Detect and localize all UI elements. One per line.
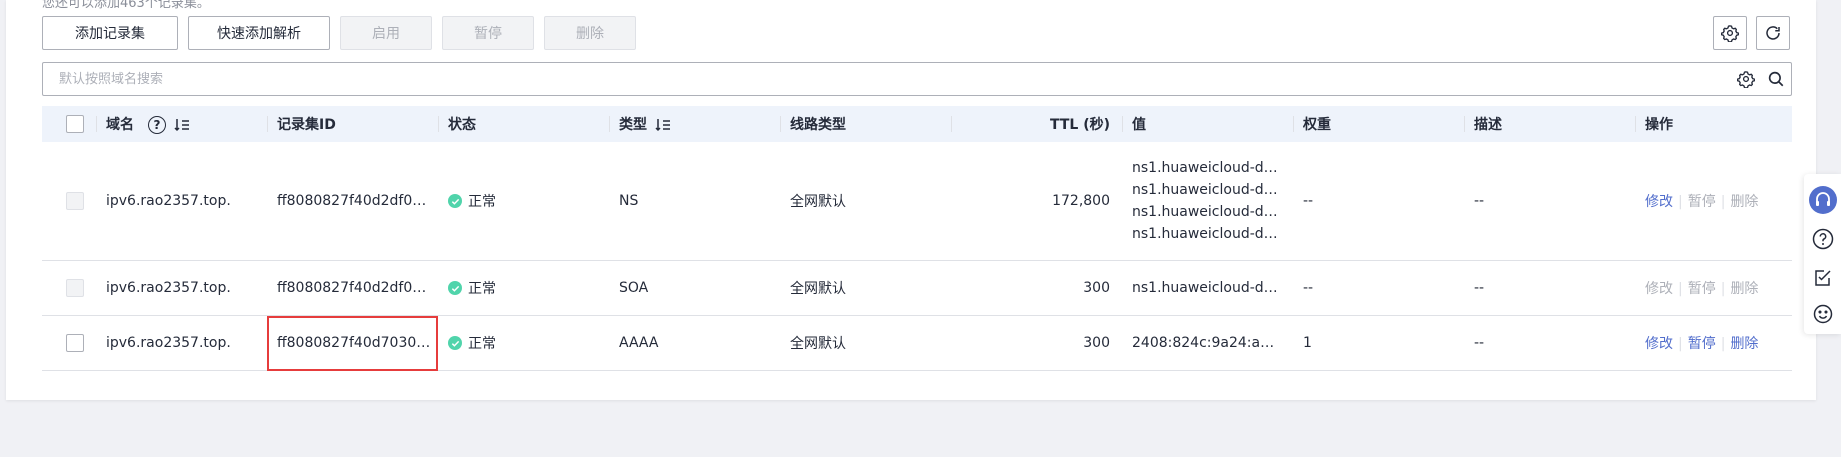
modify-link[interactable]: 修改: [1645, 336, 1673, 352]
col-id: 记录集ID: [267, 106, 438, 142]
cell-line: 全网默认: [780, 315, 951, 371]
smile-icon: [1813, 304, 1832, 324]
pause-button[interactable]: 暂停: [442, 16, 534, 50]
table-row: ipv6.rao2357.top. ff8080827f40d2df0… 正常 …: [42, 260, 1792, 316]
check-circle-icon: [448, 281, 462, 295]
cell-ops: 修改 | 暂停 | 删除: [1635, 315, 1792, 371]
cell-ttl: 172,800: [951, 142, 1122, 261]
search-icon[interactable]: [1761, 70, 1791, 88]
cell-desc: --: [1464, 142, 1635, 261]
add-recordset-button[interactable]: 添加记录集: [42, 16, 178, 50]
pause-link[interactable]: 暂停: [1688, 194, 1716, 210]
cell-type: SOA: [609, 260, 780, 316]
cell-domain: ipv6.rao2357.top.: [96, 315, 267, 371]
table-header-row: 域名? 记录集ID 状态 类型 线路类型 TTL (秒) 值 权重 描述 操作: [42, 106, 1792, 142]
cell-status: 正常: [438, 315, 609, 371]
col-value: 值: [1122, 106, 1293, 142]
cell-line: 全网默认: [780, 142, 951, 261]
modify-link[interactable]: 修改: [1645, 281, 1673, 297]
sort-icon[interactable]: [655, 118, 671, 132]
floating-sidebar: [1804, 174, 1841, 334]
help-icon: [1812, 228, 1833, 250]
toolbar: 添加记录集 快速添加解析 启用 暂停 删除: [42, 16, 636, 52]
feedback-button[interactable]: [1804, 268, 1841, 288]
row-checkbox[interactable]: [66, 279, 84, 297]
col-ttl: TTL (秒): [951, 106, 1122, 142]
refresh-button[interactable]: [1756, 16, 1790, 50]
cell-ops: 修改 | 暂停 | 删除: [1635, 260, 1792, 316]
modify-link[interactable]: 修改: [1645, 194, 1673, 210]
col-status: 状态: [438, 106, 609, 142]
col-domain[interactable]: 域名?: [96, 106, 267, 142]
headset-icon: [1808, 186, 1837, 214]
quota-hint: 您还可以添加463个记录集。: [42, 0, 210, 11]
satisfaction-button[interactable]: [1804, 304, 1841, 324]
cell-value: ns1.huaweicloud-d…: [1122, 260, 1293, 316]
search-settings-icon[interactable]: [1731, 70, 1761, 88]
search-bar: [42, 62, 1792, 96]
cell-domain: ipv6.rao2357.top.: [96, 260, 267, 316]
enable-button[interactable]: 启用: [340, 16, 432, 50]
cell-line: 全网默认: [780, 260, 951, 316]
col-type[interactable]: 类型: [609, 106, 780, 142]
check-circle-icon: [448, 336, 462, 350]
recordset-table: 域名? 记录集ID 状态 类型 线路类型 TTL (秒) 值 权重 描述 操作 …: [42, 106, 1792, 371]
cell-status: 正常: [438, 142, 609, 261]
cell-weight: 1: [1293, 315, 1464, 371]
row-checkbox[interactable]: [66, 192, 84, 210]
cell-id: ff8080827f40d2df0…: [267, 260, 438, 316]
cell-domain: ipv6.rao2357.top.: [96, 142, 267, 261]
search-input[interactable]: [57, 63, 1731, 95]
cell-weight: --: [1293, 260, 1464, 316]
select-all-checkbox[interactable]: [66, 115, 84, 133]
delete-link[interactable]: 删除: [1730, 336, 1758, 352]
select-all-cell: [42, 106, 96, 142]
delete-link[interactable]: 删除: [1730, 194, 1758, 210]
cell-desc: --: [1464, 315, 1635, 371]
refresh-icon: [1766, 26, 1780, 40]
table-row: ipv6.rao2357.top. ff8080827f40d2df0… 正常 …: [42, 142, 1792, 261]
help-icon[interactable]: ?: [148, 116, 166, 134]
help-button[interactable]: [1804, 228, 1841, 250]
cell-type: NS: [609, 142, 780, 261]
row-checkbox[interactable]: [66, 334, 84, 352]
customer-service-button[interactable]: [1804, 186, 1841, 214]
sort-icon[interactable]: [174, 118, 190, 132]
cell-desc: --: [1464, 260, 1635, 316]
col-desc: 描述: [1464, 106, 1635, 142]
delete-button[interactable]: 删除: [544, 16, 636, 50]
recordset-panel: 您还可以添加463个记录集。 添加记录集 快速添加解析 启用 暂停 删除 域名?: [6, 0, 1816, 400]
col-weight: 权重: [1293, 106, 1464, 142]
settings-button[interactable]: [1713, 16, 1747, 50]
cell-weight: --: [1293, 142, 1464, 261]
col-ops: 操作: [1635, 106, 1792, 142]
cell-ops: 修改 | 暂停 | 删除: [1635, 142, 1792, 261]
feedback-icon: [1814, 270, 1831, 286]
cell-status: 正常: [438, 260, 609, 316]
cell-value: ns1.huaweicloud-d… ns1.huaweicloud-d… ns…: [1122, 142, 1293, 261]
cell-type: AAAA: [609, 315, 780, 371]
pause-link[interactable]: 暂停: [1688, 281, 1716, 297]
table-row: ipv6.rao2357.top. ff8080827f40d7030… 正常 …: [42, 315, 1792, 371]
delete-link[interactable]: 删除: [1730, 281, 1758, 297]
col-line: 线路类型: [780, 106, 951, 142]
pause-link[interactable]: 暂停: [1688, 336, 1716, 352]
cell-value: 2408:824c:9a24:a…: [1122, 315, 1293, 371]
cell-id: ff8080827f40d2df0…: [267, 142, 438, 261]
check-circle-icon: [448, 194, 462, 208]
cell-ttl: 300: [951, 315, 1122, 371]
gear-icon: [1721, 25, 1739, 42]
quick-add-button[interactable]: 快速添加解析: [188, 16, 330, 50]
cell-id: ff8080827f40d7030…: [267, 315, 438, 371]
cell-ttl: 300: [951, 260, 1122, 316]
